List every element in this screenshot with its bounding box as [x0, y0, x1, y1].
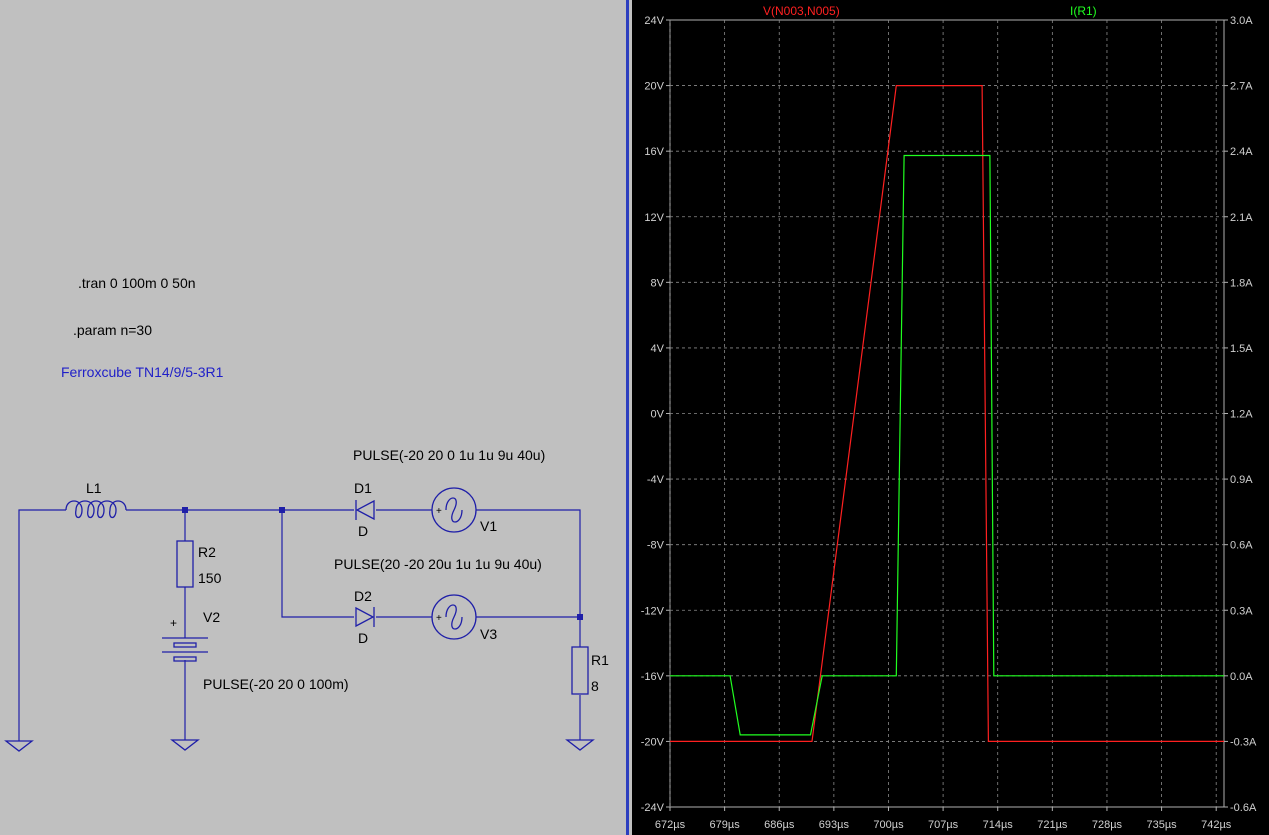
source-value: PULSE(-20 20 0 1u 1u 9u 40u) — [353, 447, 545, 463]
inductor-label: L1 — [86, 480, 102, 496]
y2-tick-label: 0.9A — [1230, 474, 1253, 486]
ground-symbol[interactable] — [170, 739, 200, 751]
x-tick-label: 707µs — [928, 819, 959, 831]
y-tick-label: -24V — [641, 802, 665, 814]
y2-tick-label: 2.1A — [1230, 212, 1253, 224]
core-comment[interactable]: Ferroxcube TN14/9/5-3R1 — [61, 364, 224, 380]
x-tick-label: 721µs — [1037, 819, 1068, 831]
x-tick-label: 742µs — [1201, 819, 1232, 831]
diode-model: D — [358, 523, 368, 539]
resistor-label: R2 — [198, 544, 216, 560]
waveform-viewer[interactable]: 24V 3.0A 20V 2.7A 16V 2.4A 12V 2.1A 8V 1.8A 4V 1.5A… — [632, 0, 1269, 835]
axis-labels: 24V 3.0A 20V 2.7A 16V 2.4A 12V 2.1A 8V 1.8A 4V 1.5A… — [641, 15, 1257, 831]
y-tick-label: 24V — [644, 15, 664, 27]
y-tick-label: -8V — [647, 540, 665, 552]
y2-tick-label: 3.0A — [1230, 15, 1253, 27]
diode-label: D2 — [354, 588, 372, 604]
resistor-value: 8 — [591, 678, 599, 694]
y2-tick-label: -0.3A — [1230, 736, 1257, 748]
x-tick-label: 735µs — [1146, 819, 1177, 831]
diode-d1[interactable]: D1 D — [354, 480, 375, 539]
junction-dot — [279, 507, 285, 513]
resistor-label: R1 — [591, 652, 609, 668]
trace-title-voltage[interactable]: V(N003,N005) — [763, 4, 840, 18]
ground-symbol[interactable] — [565, 739, 595, 751]
y2-tick-label: -0.6A — [1230, 802, 1257, 814]
y-tick-label: 20V — [644, 81, 664, 93]
resistor-value: 150 — [198, 570, 222, 586]
y-tick-label: 8V — [651, 277, 665, 289]
y-tick-label: 16V — [644, 146, 664, 158]
x-tick-label: 700µs — [873, 819, 904, 831]
source-label: V1 — [480, 518, 497, 534]
diode-model: D — [358, 630, 368, 646]
x-tick-label: 714µs — [983, 819, 1014, 831]
trace-current[interactable] — [670, 154, 1232, 736]
plus-sign: + — [436, 506, 442, 517]
y-tick-label: -4V — [647, 474, 665, 486]
inductor-l1[interactable]: L1 — [65, 480, 127, 519]
schematic-editor[interactable]: .tran 0 100m 0 50n .param n=30 Ferroxcub… — [0, 0, 626, 835]
junction-dot — [577, 614, 583, 620]
y-tick-label: -12V — [641, 605, 665, 617]
plus-sign: + — [436, 613, 442, 624]
plus-sign: + — [170, 616, 177, 630]
source-value: PULSE(20 -20 20u 1u 1u 9u 40u) — [334, 556, 542, 572]
junction-dot — [182, 507, 188, 513]
y-tick-label: 0V — [651, 409, 665, 421]
param-directive[interactable]: .param n=30 — [73, 322, 152, 338]
diode-label: D1 — [354, 480, 372, 496]
ground-symbol[interactable] — [4, 740, 34, 752]
y-tick-label: 4V — [651, 343, 665, 355]
x-tick-label: 679µs — [710, 819, 741, 831]
y2-tick-label: 0.6A — [1230, 540, 1253, 552]
waveform-plot[interactable]: 24V 3.0A 20V 2.7A 16V 2.4A 12V 2.1A 8V 1.8A 4V 1.5A… — [632, 0, 1269, 835]
y-tick-label: 12V — [644, 212, 664, 224]
x-tick-label: 728µs — [1092, 819, 1123, 831]
y2-tick-label: 2.4A — [1230, 146, 1253, 158]
y-tick-label: -16V — [641, 671, 665, 683]
source-label: V2 — [203, 609, 220, 625]
y2-tick-label: 1.8A — [1230, 277, 1253, 289]
x-tick-label: 672µs — [655, 819, 686, 831]
y2-tick-label: 1.5A — [1230, 343, 1253, 355]
diode-d2[interactable]: D2 D — [354, 588, 375, 646]
voltage-source-v1[interactable]: + V1 PULSE(-20 20 0 1u 1u 9u 40u) — [353, 447, 545, 534]
source-label: V3 — [480, 626, 497, 642]
y2-tick-label: 0.3A — [1230, 605, 1253, 617]
tran-directive[interactable]: .tran 0 100m 0 50n — [78, 275, 196, 291]
resistor-r1[interactable]: R1 8 — [571, 646, 609, 695]
y2-tick-label: 2.7A — [1230, 81, 1253, 93]
x-tick-label: 693µs — [819, 819, 850, 831]
y2-tick-label: 0.0A — [1230, 671, 1253, 683]
x-tick-label: 686µs — [764, 819, 795, 831]
grid — [666, 19, 1228, 811]
voltage-source-v2[interactable]: + V2 PULSE(-20 20 0 100m) — [162, 609, 349, 692]
y2-tick-label: 1.2A — [1230, 409, 1253, 421]
y-tick-label: -20V — [641, 736, 665, 748]
source-value: PULSE(-20 20 0 100m) — [203, 676, 349, 692]
trace-title-current[interactable]: I(R1) — [1070, 4, 1097, 18]
schematic-canvas[interactable]: .tran 0 100m 0 50n .param n=30 Ferroxcub… — [0, 0, 626, 835]
resistor-r2[interactable]: R2 150 — [176, 540, 222, 588]
